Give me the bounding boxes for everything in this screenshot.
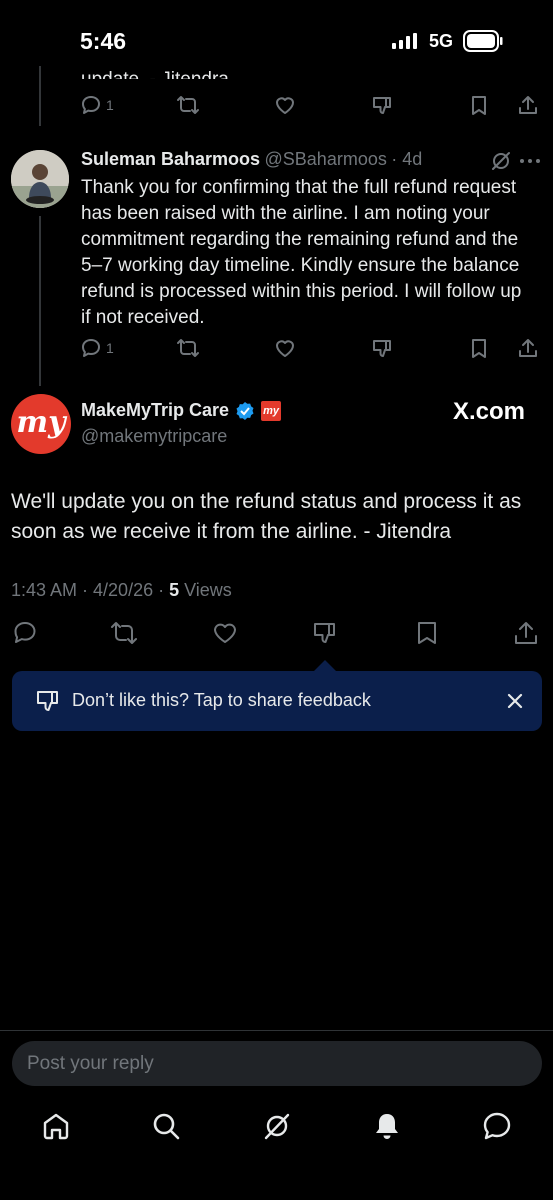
signal-icon (392, 33, 420, 49)
bookmark-icon (472, 96, 486, 115)
share-button[interactable] (517, 94, 539, 116)
avatar-makemytrip[interactable]: my (11, 394, 71, 454)
reply-count: 1 (106, 97, 114, 113)
reply-count: 1 (106, 340, 114, 356)
bottom-nav (0, 1100, 553, 1160)
share-icon (519, 96, 537, 114)
network-type: 5G (429, 31, 454, 51)
thumbs-down-icon (373, 97, 391, 114)
heart-icon (276, 97, 294, 114)
share-icon (515, 622, 537, 644)
dislike-button[interactable] (312, 620, 338, 646)
tweet-timestamp: 1:43 AM · 4/20/26 · (11, 580, 170, 600)
repost-button[interactable] (176, 337, 200, 359)
notifications-icon[interactable] (372, 1111, 402, 1141)
reply-tweet-text: Thank you for confirming that the full r… (81, 177, 522, 328)
share-icon (519, 339, 537, 357)
like-button[interactable] (274, 337, 296, 359)
repost-icon (177, 339, 199, 357)
grok-icon[interactable] (490, 150, 512, 172)
thumbs-down-icon (373, 340, 391, 357)
feedback-text: Don’t like this? Tap to share feedback (72, 690, 371, 710)
author-handle[interactable]: @makemytripcare (81, 426, 227, 447)
avatar-suleman[interactable] (11, 150, 69, 208)
verified-badge-icon (236, 401, 254, 420)
reply-button[interactable]: 1 (80, 94, 114, 116)
thread-line-top (39, 66, 41, 126)
messages-icon[interactable] (482, 1111, 512, 1141)
repost-icon (177, 96, 199, 114)
reply-icon (82, 96, 100, 114)
home-icon[interactable] (41, 1111, 71, 1141)
search-icon[interactable] (151, 1111, 181, 1141)
bookmark-button[interactable] (469, 94, 489, 116)
repost-icon (111, 622, 137, 644)
affiliate-badge: my (261, 400, 282, 421)
feedback-caret (314, 660, 336, 671)
reply-icon (14, 622, 36, 643)
reply-tweet-header: Suleman Baharmoos @SBaharmoos · 4d (81, 149, 422, 170)
more-options-icon[interactable] (519, 157, 541, 165)
tweet-meta: 1:43 AM · 4/20/26 · 5 Views (11, 580, 232, 601)
repost-button[interactable] (176, 94, 200, 116)
like-button[interactable] (274, 94, 296, 116)
like-button[interactable] (212, 620, 238, 646)
thread-line-mid (39, 216, 41, 386)
reply-icon (82, 339, 100, 357)
thumbs-down-icon (37, 691, 58, 711)
heart-icon (276, 340, 294, 357)
x-com-watermark: X.com (453, 398, 526, 425)
share-button[interactable] (517, 337, 539, 359)
thumbs-down-icon (314, 623, 335, 643)
prev-tweet-text: update. - Jitendra (81, 57, 229, 79)
author-handle[interactable]: @SBaharmoos (265, 149, 387, 169)
battery-icon (463, 30, 503, 52)
main-tweet-text: We'll update you on the refund status an… (11, 490, 522, 543)
avatar-photo (11, 150, 69, 208)
share-button[interactable] (513, 620, 539, 646)
feedback-banner[interactable]: Don’t like this? Tap to share feedback (12, 671, 542, 731)
heart-icon (214, 623, 236, 643)
bookmark-icon (472, 339, 486, 358)
author-name[interactable]: Suleman Baharmoos (81, 149, 260, 169)
status-time: 5:46 (80, 28, 127, 54)
bookmark-button[interactable] (469, 337, 489, 359)
tweet-age: · 4d (391, 149, 423, 169)
main-tweet-actions (12, 620, 542, 650)
views-label: Views (179, 580, 232, 600)
author-name[interactable]: MakeMyTrip Care (81, 400, 229, 421)
reply-button[interactable]: 1 (80, 337, 114, 359)
views-count: 5 (169, 580, 180, 600)
reply-bar-divider (0, 1030, 553, 1031)
bookmark-icon (418, 622, 436, 644)
main-tweet-author: MakeMyTrip Care my (81, 400, 282, 421)
reply-input[interactable]: Post your reply (12, 1041, 542, 1086)
reply-tweet-actions: 1 (80, 337, 540, 367)
dislike-button[interactable] (371, 337, 393, 359)
close-icon[interactable] (507, 693, 523, 709)
bookmark-button[interactable] (415, 620, 439, 646)
dislike-button[interactable] (371, 94, 393, 116)
grok-icon[interactable] (262, 1111, 292, 1141)
avatar-logo-text: my (16, 404, 66, 440)
repost-button[interactable] (110, 620, 138, 646)
reply-placeholder: Post your reply (27, 1053, 154, 1074)
prev-tweet-actions: 1 (80, 94, 540, 124)
reply-button[interactable] (12, 620, 38, 646)
